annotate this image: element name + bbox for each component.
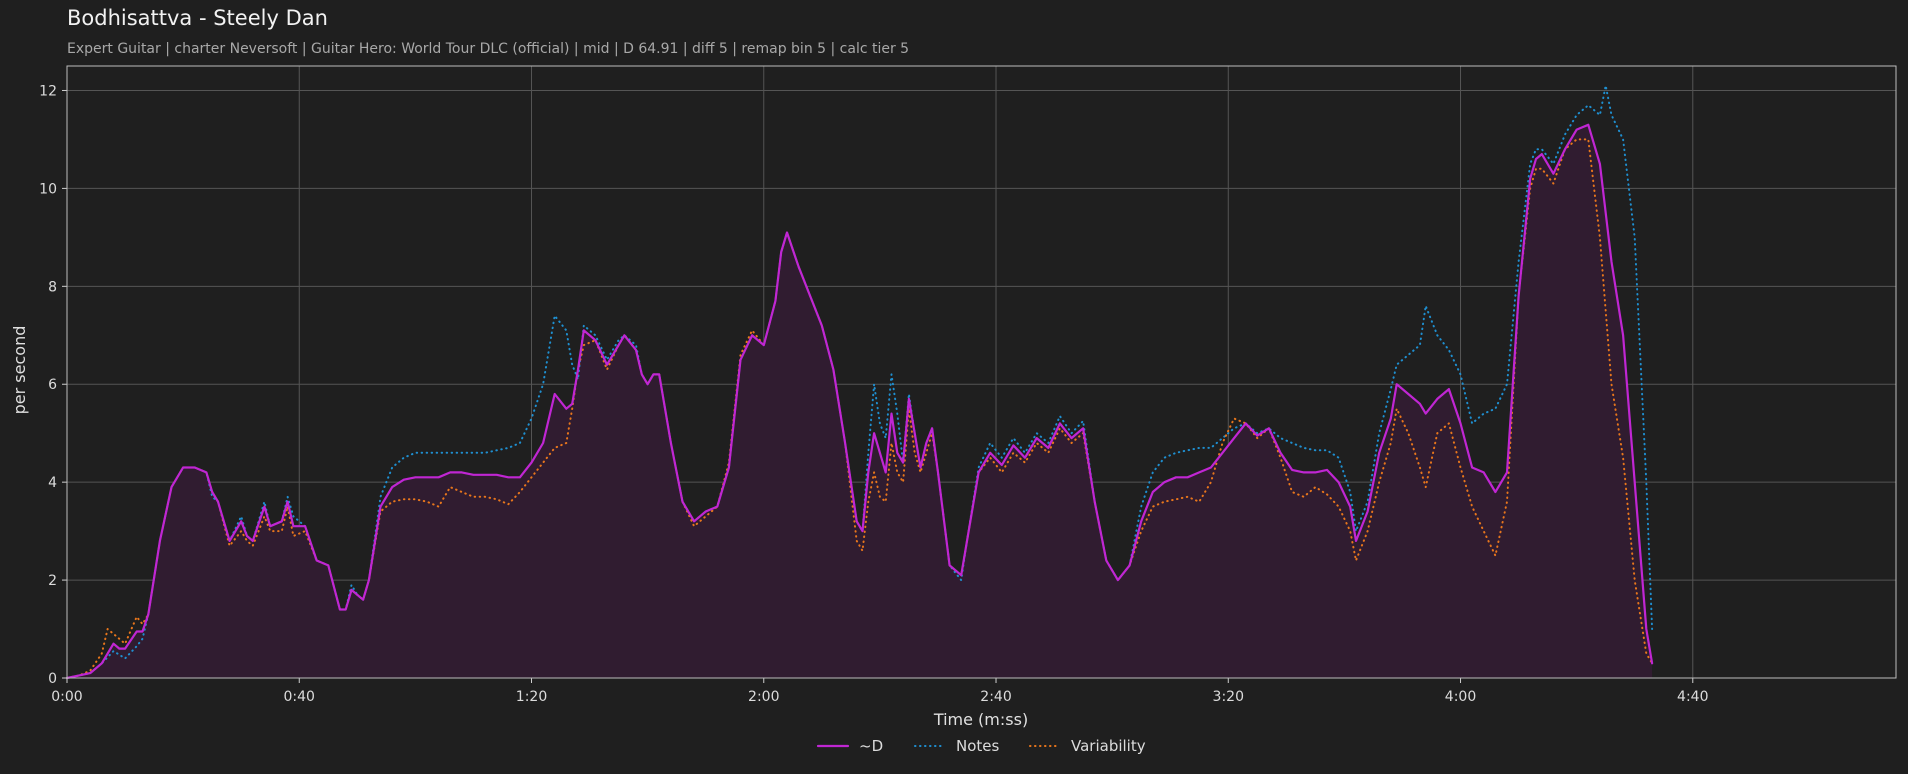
y-tick-label: 2	[48, 573, 57, 589]
x-tick-label: 2:40	[980, 689, 1011, 705]
legend-label: Variability	[1071, 737, 1146, 755]
area-fill	[67, 124, 1653, 679]
x-tick-label: 0:40	[284, 689, 315, 705]
y-tick-label: 4	[48, 475, 57, 491]
x-tick-label: 3:20	[1213, 689, 1244, 705]
y-axis-label: per second	[10, 326, 29, 415]
y-tick-label: 12	[39, 83, 57, 99]
x-tick-label: 0:00	[51, 689, 82, 705]
x-tick-label: 2:00	[748, 689, 779, 705]
legend-label: Notes	[956, 737, 1000, 755]
legend: ~D Notes Variability	[816, 737, 1146, 755]
y-tick-label: 10	[39, 181, 57, 197]
y-tick-label: 6	[48, 377, 57, 393]
y-tick-label: 8	[48, 279, 57, 295]
d-area-fill	[67, 124, 1653, 679]
x-axis-label: Time (m:ss)	[933, 710, 1028, 729]
y-tick-label: 0	[48, 671, 57, 687]
x-tick-label: 1:20	[516, 689, 547, 705]
x-tick-label: 4:40	[1677, 689, 1708, 705]
legend-label: ~D	[859, 737, 883, 755]
x-tick-label: 4:00	[1445, 689, 1476, 705]
chart-plot: 0:00 0:40 1:20 2:00 2:40 3:20 4:00 4:40 0 2 4 6 8 10 1…	[10, 65, 1897, 755]
